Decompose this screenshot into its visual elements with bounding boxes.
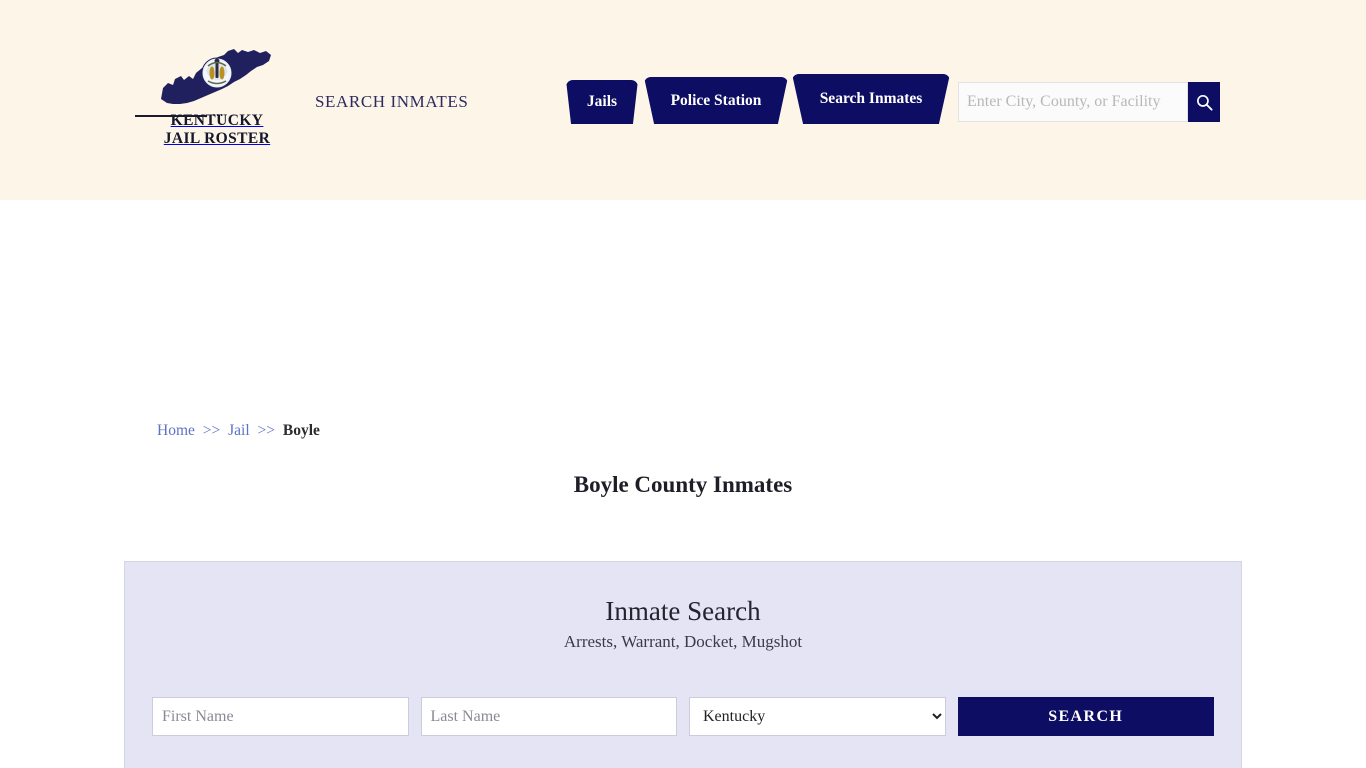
state-select[interactable]: Kentucky: [689, 697, 946, 736]
breadcrumb-separator: >>: [202, 422, 221, 439]
kentucky-state-map-logo: [161, 49, 271, 104]
header-search-group: [958, 82, 1220, 122]
brand-name-line2: JAIL ROSTER: [163, 130, 271, 147]
breadcrumb-current: Boyle: [282, 422, 320, 439]
header-search-button[interactable]: [1188, 82, 1220, 122]
breadcrumb-link-jail[interactable]: Jail: [228, 422, 250, 439]
nav-button-jails[interactable]: Jails: [566, 80, 638, 124]
search-panel-title: Inmate Search: [605, 596, 761, 626]
header-search-input[interactable]: [958, 82, 1188, 122]
inmate-search-panel: Inmate Search Arrests, Warrant, Docket, …: [124, 561, 1242, 768]
first-name-input[interactable]: [152, 697, 409, 736]
nav-button-police-station[interactable]: Police Station: [644, 77, 788, 124]
inmate-search-form: Kentucky SEARCH: [152, 697, 1214, 736]
last-name-input[interactable]: [420, 697, 677, 736]
breadcrumb-separator: >>: [257, 422, 276, 439]
header-tagline: SEARCH INMATES: [315, 92, 469, 111]
search-submit-button[interactable]: SEARCH: [957, 697, 1214, 736]
breadcrumb-link-home[interactable]: Home: [157, 422, 195, 439]
search-icon: [1196, 94, 1213, 111]
site-header: ••• KENTUCKY JAIL ROSTER SEARCH INMATES …: [0, 0, 1366, 200]
breadcrumb: Home >> Jail >> Boyle: [157, 422, 320, 440]
nav-button-search-inmates[interactable]: Search Inmates: [792, 74, 950, 124]
page-title: Boyle County Inmates: [573, 472, 793, 497]
site-logo-link[interactable]: ••• KENTUCKY JAIL ROSTER: [134, 40, 278, 148]
search-panel-subtitle: Arrests, Warrant, Docket, Mugshot: [563, 632, 803, 651]
